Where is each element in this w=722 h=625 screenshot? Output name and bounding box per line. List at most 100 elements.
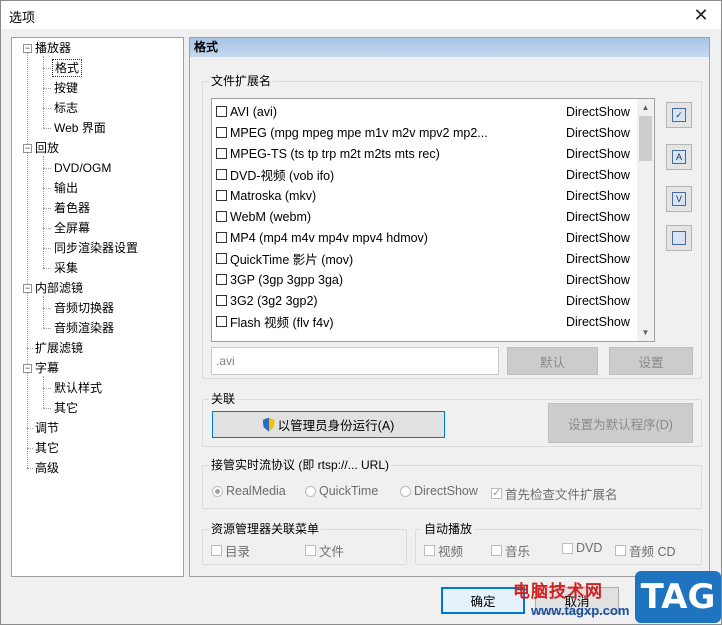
tree-line [43,388,51,389]
audio-files-icon: A [669,147,686,164]
watermark-tag-logo: TAG [635,571,721,623]
title-bar: 选项 ✕ [1,1,721,29]
copy-icon [669,228,686,245]
tree-item-output[interactable]: 输出 [52,179,80,197]
extension-input[interactable]: .avi [211,347,499,375]
tree-line [43,308,51,309]
list-item[interactable]: QuickTime 影片 (mov) DirectShow [216,248,636,269]
tree-item-tweaks[interactable]: 调节 [33,419,61,437]
collapse-icon[interactable]: − [23,144,32,153]
tree-item-capture[interactable]: 采集 [52,259,80,277]
tree-item-web-interface[interactable]: Web 界面 [52,119,108,137]
tree-line [43,228,51,229]
scroll-up-icon[interactable]: ▲ [637,99,654,116]
checkbox[interactable] [216,169,227,180]
check-extension-first-checkbox[interactable]: 首先检查文件扩展名 [491,484,618,503]
explorer-menu-group-label: 资源管理器关联菜单 [209,522,322,536]
checkbox[interactable] [216,274,227,285]
list-item[interactable]: AVI (avi) DirectShow [216,101,636,122]
tree-line [43,376,44,408]
radio-realmedia[interactable]: RealMedia [212,484,286,498]
copy-button[interactable] [666,225,692,251]
checkbox-icon [491,545,502,556]
checkbox[interactable] [216,148,227,159]
autoplay-dvd-checkbox[interactable]: DVD [562,541,602,555]
checkbox[interactable] [216,211,227,222]
list-item[interactable]: Flash 视频 (flv f4v) DirectShow [216,311,636,332]
checkbox[interactable] [216,127,227,138]
extensions-group-label: 文件扩展名 [209,74,274,88]
autoplay-music-checkbox[interactable]: 音乐 [491,541,530,560]
window-title: 选项 [9,10,36,25]
collapse-icon[interactable]: − [23,44,32,53]
list-scrollbar[interactable]: ▲ ▼ [637,99,654,341]
list-item[interactable]: DVD-视频 (vob ifo) DirectShow [216,164,636,185]
tree-item-keys[interactable]: 按键 [52,79,80,97]
check-all-icon: ✓ [669,105,686,122]
explorer-file-checkbox[interactable]: 文件 [305,541,344,560]
explorer-directory-checkbox[interactable]: 目录 [211,541,250,560]
autoplay-group-label: 自动播放 [422,522,475,536]
checkbox[interactable] [216,232,227,243]
radio-icon [305,485,316,497]
tree-item-fullscreen[interactable]: 全屏幕 [52,219,92,237]
list-item[interactable]: MPEG (mpg mpeg mpe m1v m2v mpv2 mp2... Di… [216,122,636,143]
select-audio-button[interactable]: A [666,144,692,170]
close-button[interactable]: ✕ [681,1,721,29]
checkbox[interactable] [216,253,227,264]
tree-item-logo[interactable]: 标志 [52,99,80,117]
tree-item-playback[interactable]: 回放 [33,139,61,157]
tree-item-dvd-ogm[interactable]: DVD/OGM [52,159,113,177]
tree-line [43,248,51,249]
default-button[interactable]: 默认 [507,347,598,375]
checkbox[interactable] [216,295,227,306]
checkbox[interactable] [216,106,227,117]
checkbox-icon [424,545,435,556]
list-item[interactable]: 3G2 (3g2 3gp2) DirectShow [216,290,636,311]
association-group-label: 关联 [209,392,238,406]
radio-icon [400,485,411,497]
select-all-button[interactable]: ✓ [666,102,692,128]
checkbox-icon [615,545,626,556]
collapse-icon[interactable]: − [23,364,32,373]
rtsp-group-label: 接管实时流协议 (即 rtsp://... URL) [209,458,392,472]
autoplay-video-checkbox[interactable]: 视频 [424,541,463,560]
list-item[interactable]: WebM (webm) DirectShow [216,206,636,227]
tree-line [43,328,51,329]
tree-item-audio-switcher[interactable]: 音频切换器 [52,299,116,317]
extensions-list[interactable]: AVI (avi) DirectShow MPEG (mpg mpeg mpe m… [211,98,655,342]
radio-quicktime[interactable]: QuickTime [305,484,378,498]
list-item[interactable]: MP4 (mp4 m4v mp4v mpv4 hdmov) DirectShow [216,227,636,248]
scroll-down-icon[interactable]: ▼ [637,324,654,341]
tree-item-formats[interactable]: 格式 [52,59,83,77]
tree-item-external-filters[interactable]: 扩展滤镜 [33,339,85,357]
run-as-admin-button[interactable]: 以管理员身份运行(A) [212,411,445,438]
autoplay-audio-cd-checkbox[interactable]: 音频 CD [615,541,676,560]
select-video-button[interactable]: V [666,186,692,212]
checkbox[interactable] [216,316,227,327]
collapse-icon[interactable]: − [23,284,32,293]
tree-item-shaders[interactable]: 着色器 [52,199,92,217]
tree-item-default-style[interactable]: 默认样式 [52,379,104,397]
tree-line [43,408,51,409]
tree-item-subtitles[interactable]: 字幕 [33,359,61,377]
tree-item-internal-filters[interactable]: 内部滤镜 [33,279,85,297]
options-tree: − 播放器 格式 按键 标志 Web 界面 − 回放 DVD/OGM 输出 着色… [11,37,184,577]
checkbox-icon [491,486,502,499]
tree-item-audio-renderer[interactable]: 音频渲染器 [52,319,116,337]
scroll-thumb[interactable] [639,116,652,161]
tree-item-sync-renderer[interactable]: 同步渲染器设置 [52,239,140,257]
radio-directshow[interactable]: DirectShow [400,484,478,498]
tree-item-subtitle-misc[interactable]: 其它 [52,399,80,417]
list-item[interactable]: Matroska (mkv) DirectShow [216,185,636,206]
list-item[interactable]: MPEG-TS (ts tp trp m2t m2ts mts rec) Dire… [216,143,636,164]
tree-item-misc[interactable]: 其它 [33,439,61,457]
tree-item-player[interactable]: 播放器 [33,39,73,57]
tree-line [43,168,51,169]
set-button[interactable]: 设置 [609,347,693,375]
list-item[interactable]: 3GP (3gp 3gpp 3ga) DirectShow [216,269,636,290]
checkbox[interactable] [216,190,227,201]
watermark-text: 电脑技术网 [513,582,603,601]
set-default-program-button[interactable]: 设置为默认程序(D) [548,403,693,443]
tree-item-advanced[interactable]: 高级 [33,459,61,477]
